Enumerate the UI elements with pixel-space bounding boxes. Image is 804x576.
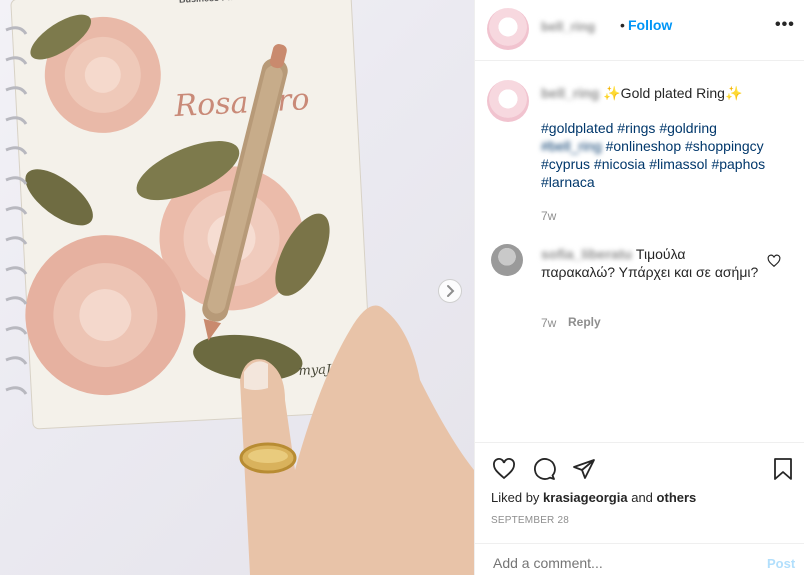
post-caption: bell_ring ✨Gold plated Ring✨ #goldplated… [541,84,781,191]
caption-username[interactable]: bell_ring [541,85,599,101]
comment-input[interactable] [491,554,745,572]
liked-by-username[interactable]: krasiageorgia [543,490,628,505]
chevron-right-icon [447,285,455,297]
add-comment-bar: Post [475,543,804,576]
caption-avatar[interactable] [487,80,529,122]
hashtag[interactable]: #goldplated [541,120,613,136]
comment-timestamp[interactable]: 7w [541,316,556,330]
hashtag[interactable]: #cyprus [541,156,590,172]
commenter-username[interactable]: sofia_liberatu [541,246,632,262]
separator-dot: • [620,17,625,33]
post-date[interactable]: SEPTEMBER 28 [491,515,569,526]
save-bookmark-icon[interactable] [771,456,795,482]
post-header: bell_ring • Follow ••• [475,0,804,61]
hashtag[interactable]: #limassol [649,156,707,172]
liked-by-others[interactable]: others [657,490,697,505]
hashtag[interactable]: #shoppingcy [685,138,764,154]
hashtag[interactable]: #paphos [711,156,765,172]
liked-by-prefix: Liked by [491,490,540,505]
post-image[interactable]: Rosa Oro myaJenda Business Planner [0,0,474,575]
liked-by: Liked by krasiageorgia and others [491,490,696,505]
liked-by-and: and [631,490,653,505]
hashtag[interactable]: #onlineshop [606,138,682,154]
hashtag[interactable]: #nicosia [594,156,645,172]
post-username[interactable]: bell_ring [541,19,595,34]
hashtag-blurred[interactable]: #bell_ring [541,138,602,154]
share-paper-plane-icon[interactable] [571,457,597,481]
comment: sofia_liberatu Τιμούλα παρακαλώ? Υπάρχει… [541,245,761,281]
photo-illustration: Rosa Oro myaJenda Business Planner [5,0,474,575]
hashtag[interactable]: #rings [617,120,655,136]
like-comment-heart-icon[interactable] [767,254,781,268]
comment-bubble-icon[interactable] [531,457,557,481]
cover-title: Rosa [173,85,250,124]
hashtags: #goldplated #rings #goldring #bell_ring … [541,119,781,191]
caption-title: ✨Gold plated Ring✨ [603,85,743,101]
follow-button[interactable]: Follow [628,17,672,33]
action-bar: Liked by krasiageorgia and others SEPTEM… [475,442,804,533]
more-options-icon[interactable]: ••• [775,16,795,34]
hashtag[interactable]: #larnaca [541,174,595,190]
next-image-button[interactable] [438,279,462,303]
reply-button[interactable]: Reply [568,315,601,329]
caption-timestamp[interactable]: 7w [541,209,556,223]
post-comment-button[interactable]: Post [767,556,795,571]
commenter-avatar[interactable] [491,244,523,276]
like-heart-icon[interactable] [491,457,517,481]
avatar[interactable] [487,8,529,50]
hashtag[interactable]: #goldring [659,120,717,136]
post-details-panel: bell_ring • Follow ••• bell_ring ✨Gold p… [474,0,804,575]
